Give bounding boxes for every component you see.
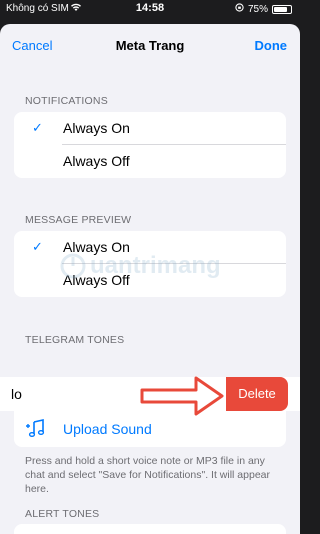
battery-icon — [272, 4, 292, 14]
settings-sheet: Cancel Meta Trang Done NOTIFICATIONS ✓ A… — [0, 24, 300, 534]
notifications-option-always-off[interactable]: Always Off — [14, 145, 286, 178]
orientation-lock-icon — [235, 3, 244, 15]
notifications-option-always-on[interactable]: ✓ Always On — [14, 112, 286, 145]
tone-label: lo — [11, 386, 22, 402]
alert-tones-group — [14, 524, 286, 534]
section-header-telegram-tones: TELEGRAM TONES — [25, 334, 125, 346]
watermark-logo: uantrimang — [60, 252, 221, 280]
watermark-text: uantrimang — [90, 252, 221, 279]
notifications-group: ✓ Always On Always Off — [14, 112, 286, 178]
section-header-message-preview: MESSAGE PREVIEW — [25, 214, 132, 226]
checkmark-icon: ✓ — [32, 120, 43, 135]
delete-button[interactable]: Delete — [226, 377, 288, 411]
upload-sound-label: Upload Sound — [63, 421, 152, 437]
option-label: Always On — [63, 120, 130, 136]
tones-footer-note: Press and hold a short voice note or MP3… — [25, 455, 270, 495]
section-header-alert-tones: ALERT TONES — [25, 508, 100, 520]
battery-percent: 75% — [247, 3, 268, 15]
status-bar: Không có SIM 14:58 75% — [0, 0, 300, 18]
done-button[interactable]: Done — [255, 38, 288, 53]
checkmark-icon: ✓ — [32, 239, 43, 254]
option-label: Always Off — [63, 153, 130, 169]
nav-bar: Cancel Meta Trang Done — [0, 24, 300, 68]
arrow-annotation-icon — [140, 374, 226, 423]
music-note-icon — [26, 419, 48, 444]
section-header-notifications: NOTIFICATIONS — [25, 95, 108, 107]
